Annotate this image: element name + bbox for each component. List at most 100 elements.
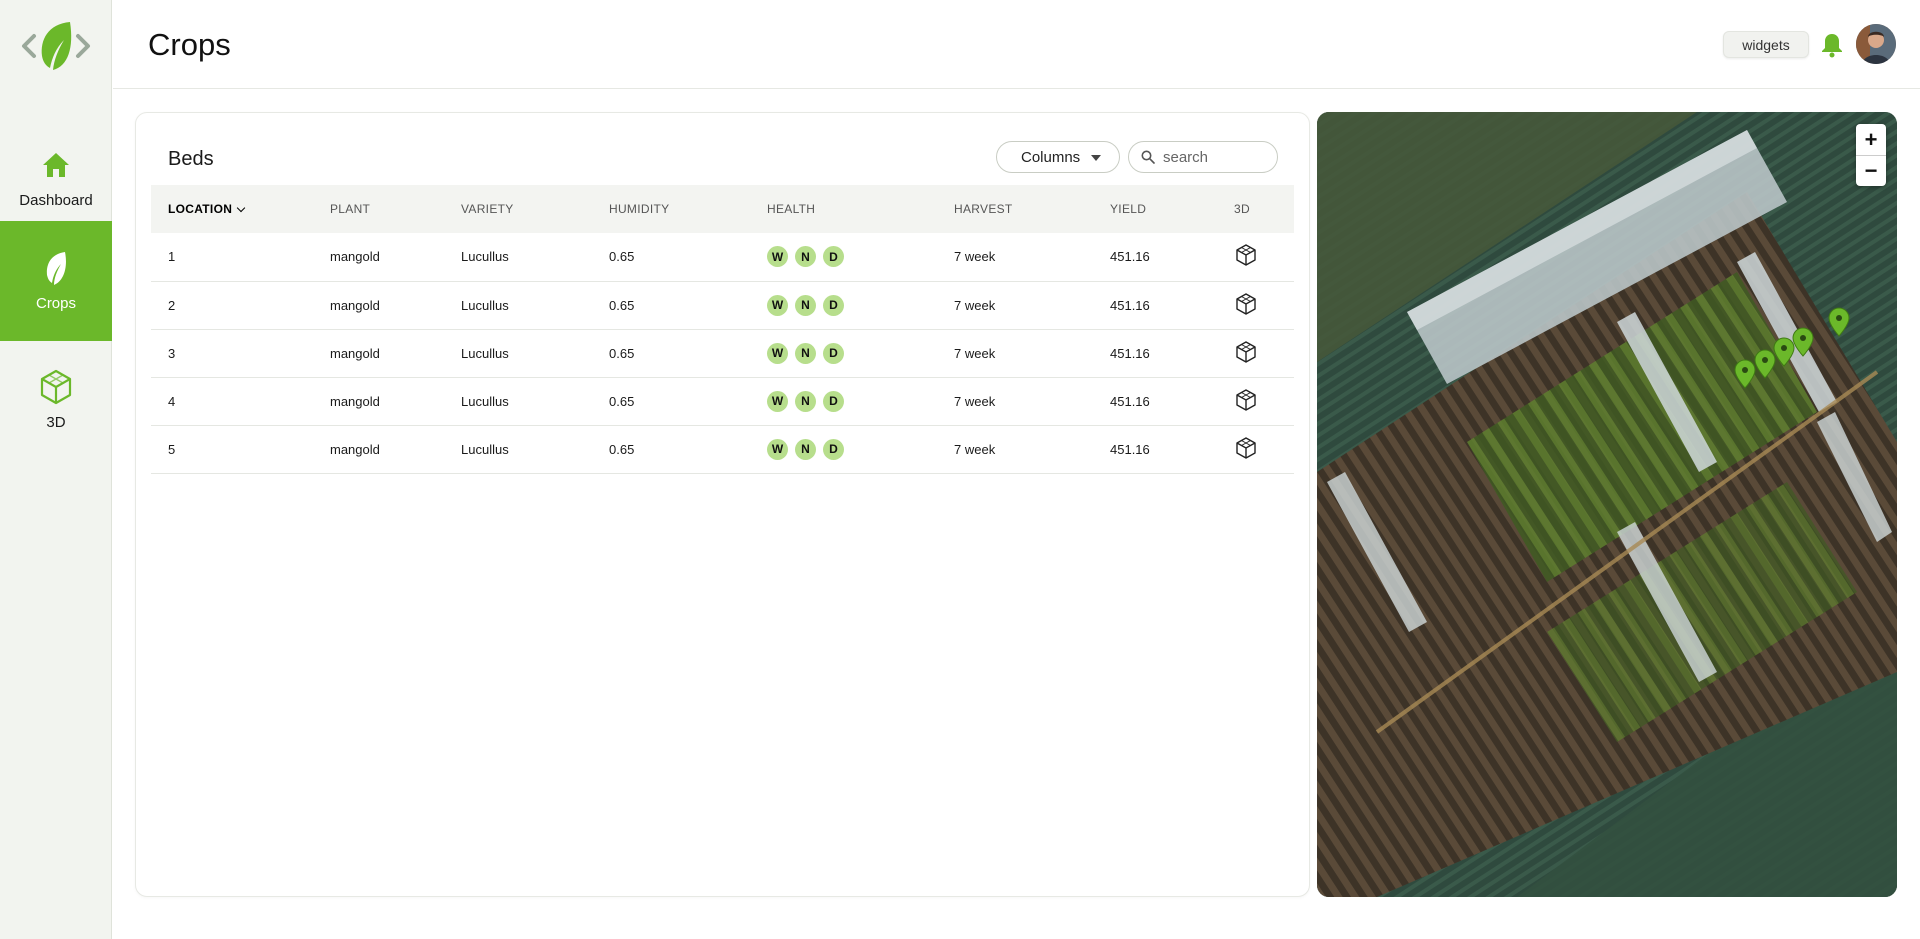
health-badge-n: N xyxy=(795,294,816,316)
zoom-in-button[interactable]: + xyxy=(1856,124,1886,155)
widgets-button[interactable]: widgets xyxy=(1723,31,1809,58)
cell-humidity: 0.65 xyxy=(592,329,750,378)
top-header: Crops xyxy=(113,0,1920,89)
cell-variety: Lucullus xyxy=(444,329,592,378)
bell-icon[interactable] xyxy=(1820,32,1844,58)
cell-yield: 451.16 xyxy=(1093,281,1217,330)
cell-harvest: 7 week xyxy=(937,233,1093,282)
beds-card: Beds Columns LOCATION PLANT VARIETY HUMI… xyxy=(135,112,1310,897)
view-3d-icon[interactable] xyxy=(1234,292,1258,319)
cell-yield: 451.16 xyxy=(1093,377,1217,426)
home-icon xyxy=(39,148,73,182)
health-badge-w: W xyxy=(767,342,788,364)
col-header-yield[interactable]: YIELD xyxy=(1093,185,1217,233)
zoom-control: + − xyxy=(1856,124,1886,186)
search-input[interactable] xyxy=(1163,148,1263,166)
view-3d-icon[interactable] xyxy=(1234,388,1258,415)
health-badge-d: D xyxy=(823,294,844,316)
view-3d-icon[interactable] xyxy=(1234,244,1258,270)
cell-harvest: 7 week xyxy=(937,329,1093,378)
health-badge-d: D xyxy=(823,246,844,268)
health-badge-d: D xyxy=(823,342,844,364)
health-badge-n: N xyxy=(795,390,816,412)
columns-label: Columns xyxy=(1021,148,1081,166)
aerial-map-image xyxy=(1317,112,1897,897)
cell-3d xyxy=(1217,329,1294,378)
cell-variety: Lucullus xyxy=(444,233,592,282)
cell-yield: 451.16 xyxy=(1093,425,1217,474)
health-badge-w: W xyxy=(767,246,788,268)
col-header-plant[interactable]: PLANT xyxy=(313,185,444,233)
caret-down-icon xyxy=(1091,155,1101,161)
nav-dashboard[interactable]: Dashboard xyxy=(0,118,112,238)
health-badge-n: N xyxy=(795,342,816,364)
leaf-icon xyxy=(39,251,73,285)
sidebar: Dashboard Crops 3D xyxy=(0,0,112,939)
cell-location: 3 xyxy=(151,329,313,378)
nav-3d-label: 3D xyxy=(46,413,66,431)
cell-yield: 451.16 xyxy=(1093,233,1217,282)
cell-location: 4 xyxy=(151,377,313,426)
health-badge-w: W xyxy=(767,294,788,316)
table-row[interactable]: 1 mangold Lucullus 0.65 W N D 7 week 451.16 xyxy=(151,233,1294,282)
table-row[interactable]: 4 mangold Lucullus 0.65 W N D 7 week 451.16 xyxy=(151,377,1294,426)
farm-map[interactable]: + − xyxy=(1317,112,1897,897)
health-badge-d: D xyxy=(823,438,844,460)
zoom-out-button[interactable]: − xyxy=(1856,155,1886,186)
cell-health: WND xyxy=(750,233,937,282)
view-3d-icon[interactable] xyxy=(1234,340,1258,367)
sort-chevron-icon xyxy=(236,203,246,213)
health-badge-w: W xyxy=(767,390,788,412)
table-row[interactable]: 5 mangold Lucullus 0.65 W N D 7 week 451.16 xyxy=(151,425,1294,474)
col-header-health[interactable]: HEALTH xyxy=(750,185,937,233)
cell-health: WND xyxy=(750,281,937,330)
cell-humidity: 0.65 xyxy=(592,425,750,474)
cell-3d xyxy=(1217,233,1294,282)
cell-plant: mangold xyxy=(313,329,444,378)
health-badge-n: N xyxy=(795,246,816,268)
health-badge-d: D xyxy=(823,390,844,412)
cell-yield: 451.16 xyxy=(1093,329,1217,378)
beds-title: Beds xyxy=(168,148,214,170)
app-logo[interactable] xyxy=(20,18,92,74)
cell-location: 1 xyxy=(151,233,313,282)
cell-humidity: 0.65 xyxy=(592,377,750,426)
cell-3d xyxy=(1217,281,1294,330)
nav-3d[interactable]: 3D xyxy=(0,340,112,460)
cell-harvest: 7 week xyxy=(937,377,1093,426)
columns-dropdown[interactable]: Columns xyxy=(996,141,1120,173)
page-title: Crops xyxy=(148,27,231,62)
cell-3d xyxy=(1217,377,1294,426)
cell-3d xyxy=(1217,425,1294,474)
cell-health: WND xyxy=(750,329,937,378)
cell-humidity: 0.65 xyxy=(592,233,750,282)
cube-icon xyxy=(39,369,73,404)
cell-plant: mangold xyxy=(313,233,444,282)
beds-table: LOCATION PLANT VARIETY HUMIDITY HEALTH H… xyxy=(151,185,1294,474)
nav-crops-label: Crops xyxy=(35,294,76,312)
nav-dashboard-label: Dashboard xyxy=(19,191,93,209)
col-header-humidity[interactable]: HUMIDITY xyxy=(592,185,750,233)
health-badge-w: W xyxy=(767,438,788,460)
view-3d-icon[interactable] xyxy=(1234,436,1258,463)
cell-variety: Lucullus xyxy=(444,281,592,330)
search-icon xyxy=(1141,150,1155,164)
col-header-harvest[interactable]: HARVEST xyxy=(937,185,1093,233)
cell-variety: Lucullus xyxy=(444,425,592,474)
nav-crops[interactable]: Crops xyxy=(0,221,112,341)
cell-harvest: 7 week xyxy=(937,425,1093,474)
col-header-location[interactable]: LOCATION xyxy=(151,185,313,233)
search-field[interactable] xyxy=(1128,141,1278,173)
cell-location: 2 xyxy=(151,281,313,330)
cell-variety: Lucullus xyxy=(444,377,592,426)
col-header-variety[interactable]: VARIETY xyxy=(444,185,592,233)
cell-location: 5 xyxy=(151,425,313,474)
health-badge-n: N xyxy=(795,438,816,460)
cell-plant: mangold xyxy=(313,377,444,426)
cell-health: WND xyxy=(750,377,937,426)
avatar[interactable] xyxy=(1856,24,1896,64)
cell-humidity: 0.65 xyxy=(592,281,750,330)
col-header-3d[interactable]: 3D xyxy=(1217,185,1294,233)
table-row[interactable]: 3 mangold Lucullus 0.65 W N D 7 week 451.16 xyxy=(151,329,1294,378)
table-row[interactable]: 2 mangold Lucullus 0.65 W N D 7 week 451.16 xyxy=(151,281,1294,330)
